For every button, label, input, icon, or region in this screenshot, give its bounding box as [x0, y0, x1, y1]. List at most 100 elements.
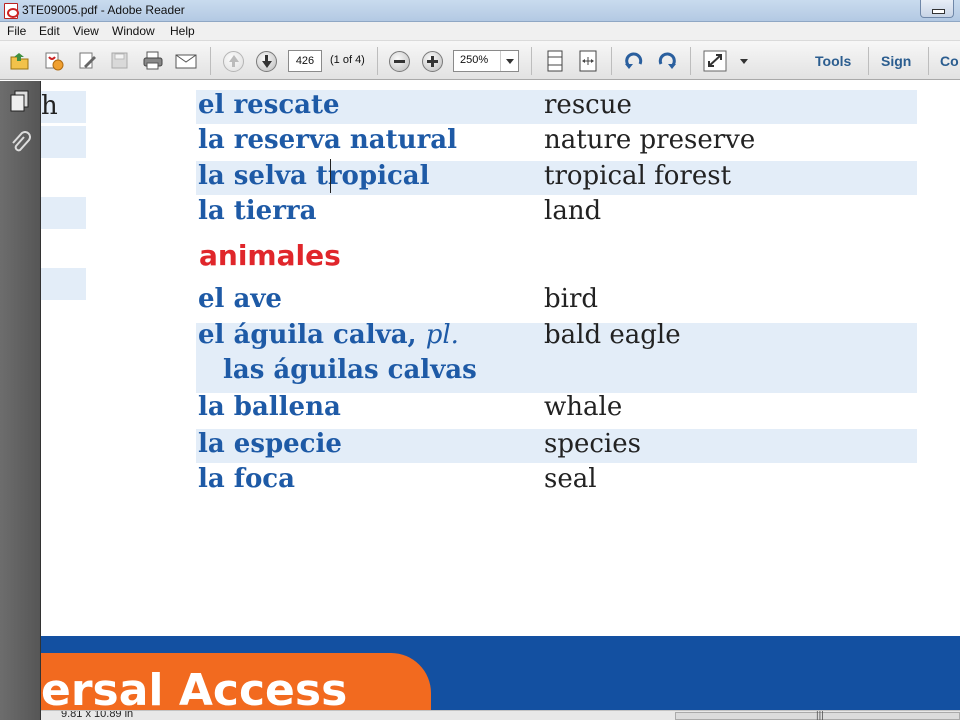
english-term: bald eagle — [544, 320, 681, 350]
page-number-input[interactable]: 426 — [288, 50, 322, 72]
spanish-term-plural: las águilas calvas — [223, 355, 477, 385]
english-term: tropical forest — [544, 161, 732, 191]
vocab-row: la especie species — [196, 429, 917, 463]
vocab-row: el águila calva, pl. las águilas calvas … — [196, 320, 917, 393]
toolbar-separator — [690, 47, 691, 75]
english-term: rescue — [544, 90, 632, 120]
expand-icon — [703, 50, 727, 72]
minus-icon — [388, 50, 410, 72]
fit-page-button[interactable] — [576, 50, 600, 72]
create-pdf-button[interactable] — [42, 50, 66, 72]
toolbar-separator — [377, 47, 378, 75]
english-term: seal — [544, 464, 597, 494]
save-button[interactable] — [108, 50, 132, 72]
menu-help[interactable]: Help — [170, 24, 195, 38]
page-thumbnails-icon[interactable] — [9, 89, 31, 113]
tools-link[interactable]: Tools — [815, 53, 851, 69]
english-term: species — [544, 429, 641, 459]
document-view[interactable]: h el rescate rescue la reserva natural n… — [41, 81, 960, 720]
rotate-counterclockwise-button[interactable] — [622, 50, 646, 72]
spanish-term: la foca — [198, 464, 295, 494]
print-button[interactable] — [141, 50, 165, 72]
email-button[interactable] — [174, 50, 198, 72]
section-heading: animales — [199, 239, 341, 272]
toolbar-separator — [531, 47, 532, 75]
text-cursor — [330, 159, 331, 193]
scrollbar-grip-icon[interactable]: ||| — [816, 711, 824, 720]
left-column-text: h — [41, 91, 58, 121]
spanish-term: la especie — [198, 429, 342, 459]
window-title: 3TE09005.pdf - Adobe Reader — [22, 3, 185, 17]
toolbar-separator — [210, 47, 211, 75]
left-column-shade — [41, 268, 86, 300]
navigation-pane — [0, 81, 41, 720]
envelope-icon — [175, 54, 197, 69]
vocab-row: la foca seal — [196, 464, 917, 498]
chevron-down-icon[interactable] — [500, 51, 518, 71]
spanish-term: la selva tropical — [198, 161, 430, 191]
menu-file[interactable]: File — [7, 24, 26, 38]
toolbar: 426 (1 of 4) 250% Tools Sign Co — [0, 41, 960, 80]
create-pdf-icon — [45, 52, 64, 71]
zoom-out-button[interactable] — [387, 50, 411, 72]
page-size-label: 9.81 x 10.89 in — [61, 710, 134, 720]
zoom-select[interactable]: 250% — [453, 50, 519, 72]
spanish-term: el ave — [198, 284, 282, 314]
spanish-term: el rescate — [198, 90, 340, 120]
spanish-term: el águila calva, pl. — [198, 320, 459, 350]
arrow-up-icon — [222, 50, 244, 72]
caret-down-icon — [740, 59, 748, 64]
full-screen-button[interactable] — [703, 50, 727, 72]
horizontal-scrollbar[interactable]: ||| — [675, 711, 960, 720]
english-term: nature preserve — [544, 125, 756, 155]
open-folder-icon — [10, 53, 29, 70]
vocab-row: el ave bird — [196, 284, 917, 318]
comment-link[interactable]: Co — [940, 53, 959, 69]
english-term: whale — [544, 392, 623, 422]
zoom-value: 250% — [460, 54, 489, 66]
scroll-mode-icon — [547, 50, 563, 72]
vocab-row: la selva tropical tropical forest — [196, 161, 917, 195]
page-count-label: (1 of 4) — [330, 54, 365, 66]
attachments-icon[interactable] — [9, 131, 31, 155]
previous-page-button[interactable] — [221, 50, 245, 72]
edit-button[interactable] — [76, 50, 100, 72]
spanish-term: la ballena — [198, 392, 341, 422]
english-term: land — [544, 196, 602, 226]
toolbar-separator — [928, 47, 929, 75]
spanish-term: la reserva natural — [198, 125, 457, 155]
fit-page-icon — [579, 50, 597, 72]
toolbar-options-dropdown[interactable] — [732, 50, 756, 72]
toolbar-separator — [868, 47, 869, 75]
english-term: bird — [544, 284, 599, 314]
pdf-file-icon — [4, 3, 19, 19]
plus-icon — [421, 50, 443, 72]
menu-window[interactable]: Window — [112, 24, 155, 38]
open-button[interactable] — [8, 50, 32, 72]
menu-edit[interactable]: Edit — [39, 24, 60, 38]
left-column-shade — [41, 126, 86, 158]
spanish-term-singular: el águila calva, — [198, 320, 417, 350]
fit-page-width-button[interactable] — [543, 50, 567, 72]
vocab-row: la ballena whale — [196, 392, 917, 426]
banner-heading: ersal Access — [41, 665, 348, 716]
minimize-button[interactable] — [920, 0, 954, 18]
vocab-row: la reserva natural nature preserve — [196, 125, 917, 159]
vocab-row: la tierra land — [196, 196, 917, 230]
left-column-shade — [41, 197, 86, 229]
save-disk-icon — [111, 52, 128, 69]
vocab-row: el rescate rescue — [196, 90, 917, 124]
next-page-button[interactable] — [254, 50, 278, 72]
title-bar: 3TE09005.pdf - Adobe Reader — [0, 0, 960, 22]
rotate-clockwise-button[interactable] — [655, 50, 679, 72]
printer-icon — [143, 51, 163, 70]
sign-link[interactable]: Sign — [881, 53, 911, 69]
arrow-down-icon — [255, 50, 277, 72]
rotate-right-icon — [658, 52, 676, 69]
menu-view[interactable]: View — [73, 24, 99, 38]
zoom-in-button[interactable] — [420, 50, 444, 72]
status-bar: 9.81 x 10.89 in ||| — [41, 710, 960, 720]
menu-bar: File Edit View Window Help — [0, 22, 960, 41]
plural-abbreviation: pl. — [425, 320, 459, 350]
toolbar-separator — [611, 47, 612, 75]
